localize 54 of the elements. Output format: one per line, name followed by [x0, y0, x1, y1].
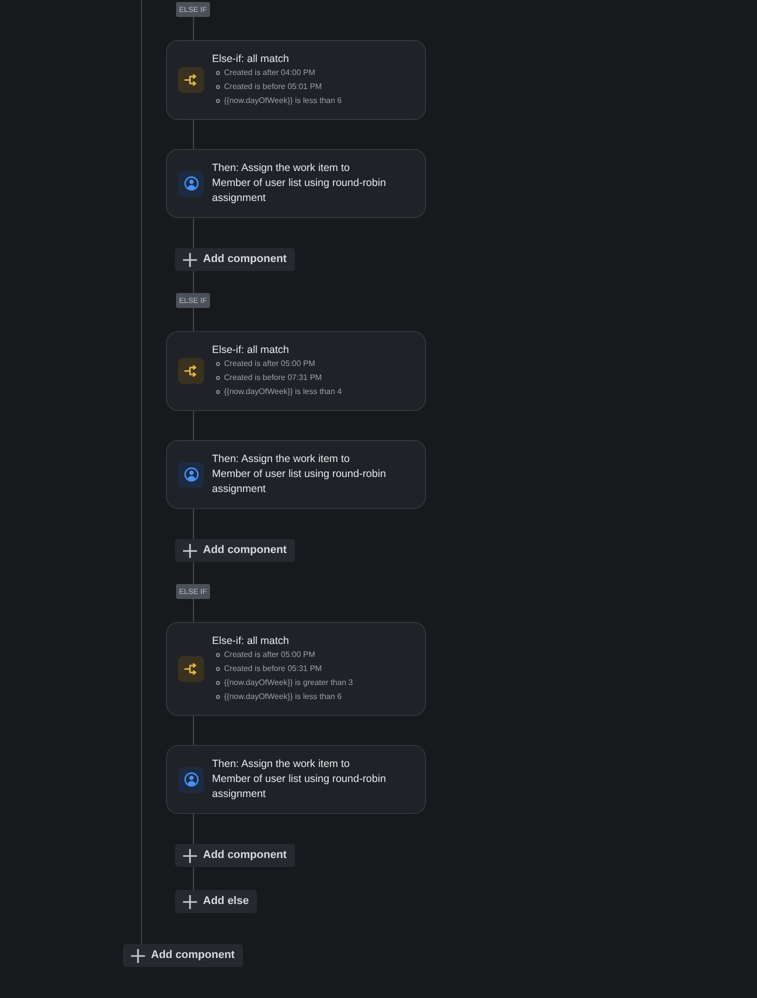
add-button[interactable]: Add component	[175, 248, 295, 271]
action-title: Then: Assign the work item to	[212, 161, 351, 176]
plus-icon	[131, 948, 145, 962]
action-title: Then: Assign the work item to	[212, 757, 351, 772]
add-button[interactable]: Add component	[123, 944, 243, 967]
connector-line	[193, 218, 194, 248]
connector-line	[193, 867, 194, 890]
condition-item: {{now.dayOfWeek}} is less than 6	[224, 691, 342, 703]
circle-bullet-icon	[216, 695, 220, 699]
branch-icon	[178, 358, 204, 384]
plus-icon	[183, 894, 197, 908]
plus-icon	[183, 848, 197, 862]
branch-icon	[178, 656, 204, 682]
circle-bullet-icon	[216, 681, 220, 685]
connector-line	[193, 17, 194, 40]
connector-line	[193, 599, 194, 622]
connector-line	[193, 120, 194, 149]
plus-icon	[183, 252, 197, 266]
condition-item: Created is after 04:00 PM	[224, 67, 316, 79]
condition-title: Else-if: all match	[212, 343, 290, 357]
condition-item: {{now.dayOfWeek}} is less than 4	[224, 386, 342, 398]
add-button[interactable]: Add component	[175, 539, 295, 562]
connector-line	[193, 716, 194, 745]
connector-line	[193, 308, 194, 331]
circle-bullet-icon	[216, 376, 220, 380]
condition-item: {{now.dayOfWeek}} is less than 6	[224, 95, 342, 107]
circle-bullet-icon	[216, 99, 220, 103]
condition-item: Created is before 05:31 PM	[224, 663, 322, 675]
condition-item: Created is after 05:00 PM	[224, 358, 316, 370]
connector-line	[193, 814, 194, 844]
condition-item: Created is after 05:00 PM	[224, 649, 316, 661]
connector-line	[193, 271, 194, 293]
plus-icon	[183, 544, 197, 558]
connector-line	[193, 411, 194, 440]
connector-line	[193, 562, 194, 584]
condition-item: {{now.dayOfWeek}} is greater than 3	[224, 677, 353, 689]
connector-line	[193, 509, 194, 539]
action-detail: Member of user list using round-robin assignment	[212, 176, 387, 206]
action-detail: Member of user list using round-robin assignment	[212, 467, 387, 497]
circle-bullet-icon	[216, 390, 220, 394]
add-button[interactable]: Add component	[175, 844, 295, 867]
action-detail: Member of user list using round-robin assignment	[212, 772, 387, 802]
circle-bullet-icon	[216, 667, 220, 671]
condition-item: Created is before 07:31 PM	[224, 372, 322, 384]
circle-bullet-icon	[216, 71, 220, 75]
condition-title: Else-if: all match	[212, 634, 290, 648]
branch-icon	[178, 67, 204, 93]
circle-bullet-icon	[216, 85, 220, 89]
add-button[interactable]: Add else	[175, 890, 257, 913]
circle-bullet-icon	[216, 653, 220, 657]
circle-bullet-icon	[216, 362, 220, 366]
condition-item: Created is before 05:01 PM	[224, 81, 322, 93]
action-title: Then: Assign the work item to	[212, 452, 351, 467]
condition-title: Else-if: all match	[212, 52, 290, 66]
